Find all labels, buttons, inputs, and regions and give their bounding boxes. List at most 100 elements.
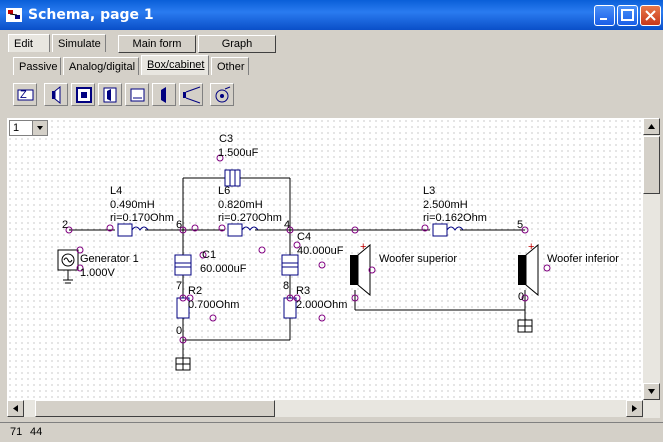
close-button[interactable] — [640, 5, 661, 26]
app-icon — [6, 8, 22, 22]
tab-box-cabinet-label: Box/cabinet — [147, 59, 205, 71]
r2-value: 0.700Ohm — [188, 299, 239, 311]
l4-name: L4 — [110, 185, 122, 197]
l6-ri: ri=0.270Ohm — [218, 212, 282, 224]
window-title: Schema, page 1 — [28, 7, 154, 23]
graph-button[interactable]: Graph — [198, 35, 276, 53]
scroll-down-button[interactable] — [643, 383, 660, 400]
node-6: 6 — [176, 219, 182, 231]
c4-value: 40.000uF — [297, 245, 344, 257]
l6-value: 0.820mH — [218, 199, 263, 211]
panel-button[interactable] — [125, 83, 149, 106]
woofer-inferior[interactable]: + — [518, 241, 539, 297]
l4-value: 0.490mH — [110, 199, 155, 211]
driver-icon — [161, 87, 166, 103]
horn-button[interactable] — [179, 83, 203, 106]
svg-text:+: + — [528, 241, 534, 253]
box-icon: Z — [17, 89, 34, 101]
title-bar[interactable]: Schema, page 1 — [0, 0, 663, 30]
port-speaker-button[interactable] — [98, 83, 122, 106]
speaker-button[interactable] — [44, 83, 68, 106]
tab-analog-digital-label: Analog/digital — [69, 61, 136, 73]
maximize-button[interactable] — [617, 5, 638, 26]
close-icon — [645, 10, 656, 21]
scroll-up-button[interactable] — [643, 118, 660, 135]
svg-text:+: + — [360, 241, 366, 253]
node-0-b: 0 — [518, 291, 524, 303]
page-select-value: 1 — [13, 122, 20, 134]
c1-name: C1 — [202, 249, 216, 261]
arrow-up-icon — [648, 124, 655, 129]
capacitor-c4[interactable] — [281, 254, 299, 276]
scroll-right-button[interactable] — [626, 400, 643, 417]
speaker-icon — [52, 86, 61, 104]
arrow-right-icon — [632, 405, 637, 412]
r2-name: R2 — [188, 285, 202, 297]
c3-name: C3 — [219, 133, 233, 145]
c4-name: C4 — [297, 231, 311, 243]
r3-name: R3 — [296, 285, 310, 297]
tab-simulate-label: Simulate — [58, 38, 101, 50]
cabinet-button[interactable] — [71, 83, 95, 106]
chevron-down-icon[interactable] — [32, 121, 47, 135]
node-7: 7 — [176, 280, 182, 292]
generator-value: 1.000V — [80, 267, 116, 279]
tab-edit-label: Edit — [14, 38, 33, 50]
port-speaker-icon — [103, 87, 117, 103]
minimize-button[interactable] — [594, 5, 615, 26]
tab-other-label: Other — [217, 61, 245, 73]
schema-window: Schema, page 1 Edit Simulate Main form G… — [0, 0, 663, 442]
arrow-down-icon — [648, 389, 655, 394]
tab-passive-label: Passive — [19, 61, 58, 73]
tab-edit[interactable]: Edit — [8, 34, 50, 52]
node-8: 8 — [283, 280, 289, 292]
main-form-button[interactable]: Main form — [118, 35, 196, 53]
radiator-icon — [215, 86, 231, 103]
l3-name: L3 — [423, 185, 435, 197]
woofer-superior-label: Woofer superior — [379, 253, 457, 265]
vertical-scroll-thumb[interactable] — [643, 136, 660, 194]
schematic-drawing[interactable]: + + C3 1.500uF L4 0.490mH ri=0.170Ohm L6… — [7, 118, 643, 400]
node-0-a: 0 — [176, 325, 182, 337]
svg-text:Z: Z — [20, 89, 27, 101]
page-select[interactable]: 1 — [9, 120, 48, 136]
driver-button[interactable] — [152, 83, 176, 106]
node-5: 5 — [517, 219, 523, 231]
capacitor-c1[interactable] — [174, 254, 192, 276]
cursor-x: 71 — [10, 426, 23, 438]
maximize-icon — [621, 9, 634, 21]
inductor-l6[interactable] — [227, 223, 259, 237]
cabinet-icon — [76, 87, 92, 103]
woofer-superior[interactable]: + — [350, 241, 371, 297]
tab-analog-digital[interactable]: Analog/digital — [63, 57, 139, 75]
schematic-canvas[interactable]: + + C3 1.500uF L4 0.490mH ri=0.170Ohm L6… — [7, 118, 643, 400]
horn-icon — [183, 86, 201, 104]
inductor-l3[interactable] — [432, 223, 464, 237]
node-4: 4 — [284, 219, 290, 231]
panel-icon — [130, 88, 145, 102]
arrow-left-icon — [13, 405, 18, 412]
scroll-left-button[interactable] — [7, 400, 24, 417]
generator-name: Generator 1 — [80, 253, 139, 265]
l3-value: 2.500mH — [423, 199, 468, 211]
vertical-scrollbar[interactable] — [643, 118, 660, 418]
capacitor-c3[interactable] — [224, 169, 241, 187]
tab-box-cabinet[interactable]: Box/cabinet — [141, 55, 209, 75]
c1-value: 60.000uF — [200, 263, 247, 275]
box-button[interactable]: Z — [13, 83, 37, 106]
radiator-button[interactable] — [210, 83, 234, 106]
tab-simulate[interactable]: Simulate — [52, 34, 106, 52]
cursor-y: 44 — [30, 426, 43, 438]
l3-ri: ri=0.162Ohm — [423, 212, 487, 224]
node-2: 2 — [62, 219, 68, 231]
c3-value: 1.500uF — [218, 147, 259, 159]
horizontal-scrollbar[interactable] — [7, 400, 643, 417]
horizontal-scroll-thumb[interactable] — [35, 400, 275, 417]
tab-passive[interactable]: Passive — [13, 57, 61, 75]
tab-other[interactable]: Other — [211, 57, 249, 75]
woofer-inferior-label: Woofer inferior — [547, 253, 619, 265]
l6-name: L6 — [218, 185, 230, 197]
ground-symbols — [175, 319, 533, 371]
r3-value: 2.000Ohm — [296, 299, 347, 311]
inductor-l4[interactable] — [117, 223, 149, 237]
